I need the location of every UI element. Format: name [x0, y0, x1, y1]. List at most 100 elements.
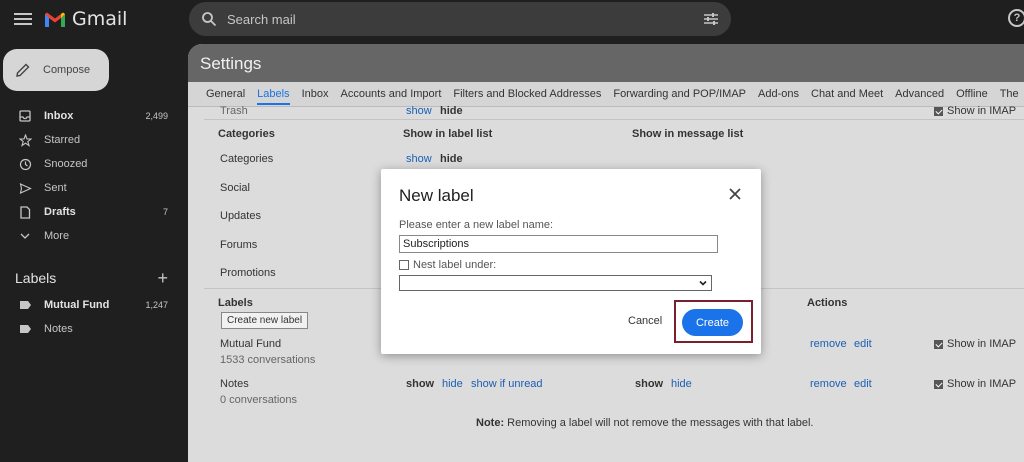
- nest-label-row[interactable]: Nest label under:: [399, 259, 496, 271]
- tab-inbox[interactable]: Inbox: [302, 88, 329, 100]
- label-row-mutual-fund: Mutual Fund: [220, 338, 282, 350]
- search-icon[interactable]: [201, 11, 217, 27]
- tab-forwarding[interactable]: Forwarding and POP/IMAP: [613, 88, 746, 100]
- filter-options-icon[interactable]: [703, 12, 719, 26]
- star-icon: [18, 133, 32, 147]
- hamburger-menu-icon[interactable]: [14, 10, 32, 28]
- notes-hide-link[interactable]: hide: [442, 378, 463, 390]
- sidebar-item-snoozed[interactable]: Snoozed: [0, 152, 188, 176]
- tab-labels[interactable]: Labels: [257, 88, 290, 105]
- category-row-promotions: Promotions: [220, 267, 276, 279]
- draft-count: 7: [162, 207, 168, 217]
- category-row-social: Social: [220, 182, 250, 194]
- sidebar-label-name: Mutual Fund: [44, 299, 110, 311]
- sidebar-label-name: Notes: [44, 323, 73, 335]
- label-conversation-count: 1533 conversations: [220, 354, 316, 366]
- chevron-down-icon: [18, 229, 32, 243]
- sidebar-item-label: Inbox: [44, 110, 74, 122]
- mutual-fund-imap-checkbox[interactable]: Show in IMAP: [934, 338, 1016, 350]
- tab-advanced[interactable]: Advanced: [895, 88, 944, 100]
- settings-tabs: General Labels Inbox Accounts and Import…: [188, 82, 1024, 107]
- category-row-forums: Forums: [220, 239, 258, 251]
- note-text: Removing a label will not remove the mes…: [507, 417, 814, 429]
- sidebar-label-notes[interactable]: Notes: [0, 317, 188, 341]
- trash-show-link[interactable]: show: [406, 105, 432, 117]
- labels-heading: Labels +: [0, 264, 188, 292]
- nav-list: Inbox 2,499 Starred Snoozed Sent Drafts …: [0, 104, 188, 248]
- sidebar-item-inbox[interactable]: Inbox 2,499: [0, 104, 188, 128]
- tab-themes[interactable]: The: [1000, 88, 1019, 100]
- notes-message-hide-link[interactable]: hide: [671, 378, 692, 390]
- create-button[interactable]: Create: [682, 309, 743, 336]
- tab-general[interactable]: General: [206, 88, 245, 100]
- sidebar-label-mutual-fund[interactable]: Mutual Fund 1,247: [0, 293, 188, 317]
- note-prefix: Note:: [476, 417, 505, 429]
- notes-show-link[interactable]: show: [406, 378, 434, 390]
- search-input[interactable]: Search mail: [227, 12, 703, 27]
- col-show-in-message-list: Show in message list: [632, 128, 744, 140]
- unread-count: 2,499: [145, 111, 168, 121]
- trash-row-label: Trash: [220, 105, 248, 117]
- imap-label: Show in IMAP: [947, 338, 1017, 350]
- categories-show-link[interactable]: show: [406, 153, 432, 165]
- categories-hide-link[interactable]: hide: [440, 153, 463, 165]
- label-name-prompt: Please enter a new label name:: [399, 219, 554, 231]
- new-label-dialog: New label Please enter a new label name:…: [381, 169, 761, 354]
- close-icon[interactable]: [727, 186, 743, 202]
- tab-accounts-and-import[interactable]: Accounts and Import: [340, 88, 441, 100]
- settings-header: [188, 44, 1024, 82]
- mutual-fund-edit-link[interactable]: edit: [854, 338, 872, 350]
- draft-icon: [18, 205, 32, 219]
- compose-label: Compose: [43, 64, 91, 76]
- divider: [204, 119, 1024, 120]
- sidebar-item-more[interactable]: More: [0, 224, 188, 248]
- imap-label: Show in IMAP: [947, 378, 1017, 390]
- help-icon[interactable]: ?: [1008, 9, 1024, 27]
- tab-offline[interactable]: Offline: [956, 88, 988, 100]
- tab-filters[interactable]: Filters and Blocked Addresses: [453, 88, 601, 100]
- sidebar-item-label: More: [44, 230, 70, 242]
- create-new-label-button[interactable]: Create new label: [221, 312, 309, 329]
- notes-imap-checkbox[interactable]: Show in IMAP: [934, 378, 1016, 390]
- checkbox-checked-icon: [934, 339, 943, 349]
- categories-heading: Categories: [218, 128, 275, 140]
- clock-icon: [18, 157, 32, 171]
- label-tag-icon: [18, 322, 32, 336]
- checkbox-checked-icon: [934, 379, 943, 389]
- tab-chat-and-meet[interactable]: Chat and Meet: [811, 88, 883, 100]
- trash-hide-link[interactable]: hide: [440, 105, 463, 117]
- sidebar-item-starred[interactable]: Starred: [0, 128, 188, 152]
- gmail-logo[interactable]: Gmail: [44, 8, 127, 30]
- actions-heading: Actions: [807, 297, 848, 309]
- sidebar-item-drafts[interactable]: Drafts 7: [0, 200, 188, 224]
- notes-show-if-unread-link[interactable]: show if unread: [471, 378, 543, 390]
- search-bar[interactable]: Search mail: [189, 2, 731, 36]
- page-title: Settings: [200, 54, 262, 73]
- label-row-notes: Notes: [220, 378, 249, 390]
- sidebar-item-label: Drafts: [44, 206, 76, 218]
- label-tag-icon: [18, 298, 32, 312]
- checkbox-checked-icon: [934, 106, 943, 116]
- cancel-button[interactable]: Cancel: [628, 315, 662, 327]
- labels-section-heading: Labels: [218, 297, 253, 309]
- sidebar-item-label: Snoozed: [44, 158, 88, 170]
- sidebar-item-label: Starred: [44, 134, 81, 146]
- send-icon: [18, 181, 32, 195]
- removal-note: Note: Removing a label will not remove t…: [476, 417, 814, 429]
- nest-label-checkbox[interactable]: [399, 260, 409, 270]
- sidebar: Compose Inbox 2,499 Starred Snoozed Sent…: [0, 40, 188, 462]
- notes-remove-link[interactable]: remove: [810, 378, 847, 390]
- add-label-icon[interactable]: +: [157, 268, 168, 289]
- label-name-input[interactable]: [399, 235, 718, 253]
- mutual-fund-remove-link[interactable]: remove: [810, 338, 847, 350]
- col-show-in-label-list: Show in label list: [403, 128, 493, 140]
- sidebar-item-sent[interactable]: Sent: [0, 176, 188, 200]
- labels-heading-text: Labels: [15, 270, 57, 286]
- label-conversation-count: 0 conversations: [220, 394, 298, 406]
- notes-message-show-link[interactable]: show: [635, 378, 663, 390]
- trash-imap-checkbox[interactable]: Show in IMAP: [934, 105, 1016, 117]
- compose-button[interactable]: Compose: [3, 49, 109, 91]
- tab-add-ons[interactable]: Add-ons: [758, 88, 799, 100]
- notes-edit-link[interactable]: edit: [854, 378, 872, 390]
- parent-label-select[interactable]: [399, 275, 712, 291]
